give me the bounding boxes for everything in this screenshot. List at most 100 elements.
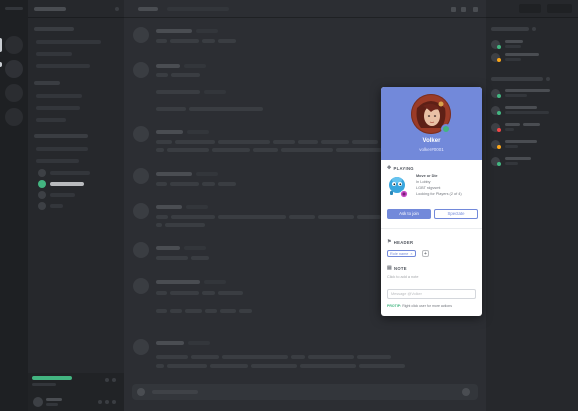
voice-user-name[interactable] (50, 204, 63, 208)
channel-category[interactable] (34, 81, 60, 85)
message-text (156, 364, 164, 368)
message-text (291, 355, 305, 359)
remove-role-icon[interactable]: × (410, 251, 412, 257)
message-avatar[interactable] (133, 203, 149, 219)
server-icon[interactable] (5, 36, 23, 54)
member-name[interactable] (505, 157, 531, 160)
roles-section-title: ⚑ HEADER (387, 239, 413, 245)
voice-user-name[interactable] (50, 171, 90, 175)
emoji-icon[interactable] (462, 388, 470, 396)
message-avatar[interactable] (133, 339, 149, 355)
username (46, 398, 62, 401)
message-text (156, 148, 164, 152)
member-activity (505, 145, 518, 148)
voice-user-avatar[interactable] (38, 180, 46, 188)
deafen-icon[interactable] (105, 400, 109, 404)
channel-item[interactable] (36, 147, 88, 151)
upload-icon[interactable] (137, 388, 145, 396)
message-avatar[interactable] (133, 242, 149, 258)
voice-user-avatar[interactable] (38, 202, 46, 210)
message-author[interactable] (156, 90, 200, 94)
user-profile-popout: Volker volker#0001 ✥ PLAYING Move or Die… (381, 87, 482, 316)
mute-icon[interactable] (98, 400, 102, 404)
header-label: HEADER (393, 239, 414, 245)
message-text (210, 364, 248, 368)
message-text (281, 148, 333, 152)
message-author[interactable] (156, 29, 192, 33)
channel-item[interactable] (36, 159, 79, 163)
member-name[interactable] (505, 140, 537, 143)
message-author[interactable] (156, 64, 180, 68)
channel-topic (167, 7, 229, 11)
playing-label: PLAYING (393, 165, 414, 171)
member-name[interactable] (505, 106, 537, 109)
channel-item[interactable] (36, 52, 72, 56)
member-group-title (491, 27, 529, 31)
message-text (191, 355, 219, 359)
message-text (308, 355, 354, 359)
protip-text: Right click user for more actions (402, 304, 452, 308)
member-name[interactable] (505, 40, 523, 43)
message-author[interactable] (156, 341, 184, 345)
message-text (171, 215, 215, 219)
voice-user-name[interactable] (50, 193, 75, 197)
server-icon[interactable] (5, 84, 23, 102)
message-text (171, 73, 200, 77)
phone-hangup-icon[interactable] (105, 378, 109, 382)
message-avatar[interactable] (133, 62, 149, 78)
search-input[interactable] (547, 4, 572, 13)
signal-icon[interactable] (112, 378, 116, 382)
gamepad-icon: ✥ (387, 165, 392, 171)
gear-icon[interactable] (112, 400, 116, 404)
channel-item[interactable] (36, 94, 82, 98)
channel-item[interactable] (36, 64, 90, 68)
game-name: Move or Die (416, 174, 438, 178)
bell-icon[interactable] (451, 7, 456, 12)
chevron-down-icon[interactable] (115, 7, 119, 11)
note-field[interactable]: Click to add a note (387, 275, 418, 279)
message-avatar[interactable] (133, 278, 149, 294)
channel-category[interactable] (34, 27, 74, 31)
message-avatar[interactable] (133, 168, 149, 184)
message-timestamp (204, 280, 226, 284)
member-name[interactable] (505, 89, 550, 92)
add-role-button[interactable]: + (422, 250, 429, 257)
role-tag[interactable]: Role name × (387, 250, 416, 257)
avatar[interactable] (33, 397, 43, 407)
channel-item[interactable] (36, 118, 66, 122)
ask-to-join-button[interactable]: Ask to join (387, 209, 431, 219)
message-text (218, 291, 243, 295)
message-author[interactable] (156, 246, 180, 250)
server-icon[interactable] (5, 60, 23, 78)
message-text (359, 364, 405, 368)
message-author[interactable] (156, 130, 183, 134)
channel-item[interactable] (36, 40, 101, 44)
message-author[interactable] (156, 172, 192, 176)
member-name[interactable] (523, 123, 540, 126)
voice-user-name[interactable] (50, 182, 84, 186)
server-pill (0, 38, 2, 52)
message-timestamp (184, 246, 206, 250)
message-avatar[interactable] (133, 27, 149, 43)
message-avatar[interactable] (133, 126, 149, 142)
status-online-dot (441, 124, 451, 134)
message-composer[interactable] (132, 384, 478, 400)
member-name[interactable] (505, 53, 539, 56)
members-icon[interactable] (473, 7, 478, 12)
voice-user-avatar[interactable] (38, 191, 46, 199)
message-author[interactable] (156, 280, 200, 284)
message-text (202, 291, 215, 295)
message-user-input[interactable]: Message @Volker (387, 289, 476, 299)
message-text (273, 140, 295, 144)
pin-icon[interactable] (461, 7, 466, 12)
voice-user-avatar[interactable] (38, 169, 46, 177)
message-text (156, 182, 167, 186)
member-name[interactable] (505, 123, 520, 126)
channel-category[interactable] (34, 134, 88, 138)
spectate-button[interactable]: Spectate (434, 209, 478, 219)
guild-header[interactable] (28, 0, 124, 18)
channel-item[interactable] (36, 106, 80, 110)
server-icon[interactable] (5, 108, 23, 126)
search-input[interactable] (519, 4, 541, 13)
message-author[interactable] (156, 205, 182, 209)
